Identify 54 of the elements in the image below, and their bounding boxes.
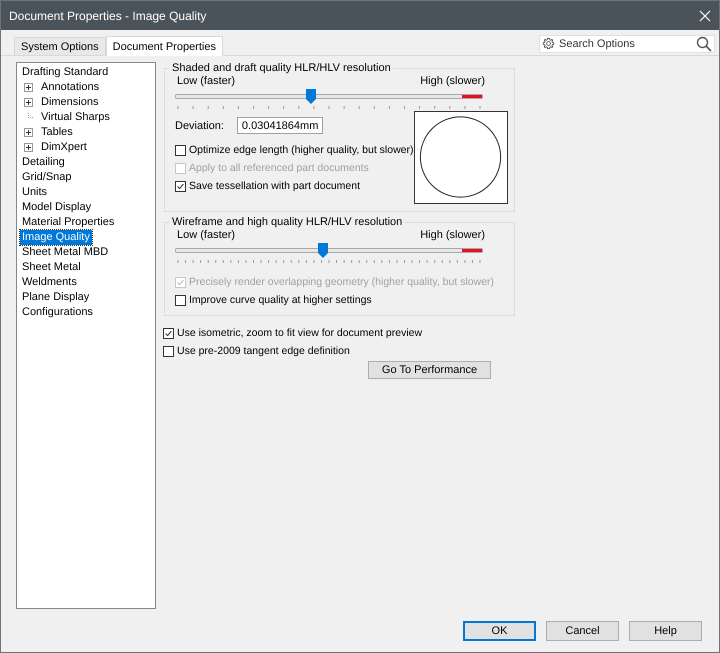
tree-item[interactable]: Dimensions: [39, 95, 100, 110]
range-marker: [462, 95, 482, 98]
tree-item[interactable]: Detailing: [20, 155, 67, 170]
tree-item[interactable]: Virtual Sharps: [39, 110, 112, 125]
group-title: Shaded and draft quality HLR/HLV resolution: [171, 62, 392, 74]
checkbox[interactable]: [163, 346, 174, 356]
checkbox[interactable]: [175, 294, 186, 306]
checkbox-option[interactable]: Improve curve quality at higher settings: [175, 291, 508, 309]
deviation-field[interactable]: 0.03041864mm: [236, 117, 323, 134]
expand-icon[interactable]: [24, 128, 33, 137]
tree-item[interactable]: Drafting Standard: [20, 65, 110, 80]
close-icon[interactable]: [699, 10, 711, 22]
checkbox-option[interactable]: Save tessellation with part document: [175, 177, 414, 195]
tree-item[interactable]: Configurations: [20, 305, 95, 320]
search-field[interactable]: Search Options: [539, 35, 715, 53]
dialog-button[interactable]: OK: [463, 621, 536, 641]
tree-item[interactable]: Material Properties: [20, 215, 116, 230]
slider-thumb[interactable]: [306, 89, 316, 104]
expand-icon[interactable]: [24, 83, 33, 92]
tree-item[interactable]: Grid/Snap: [20, 170, 74, 185]
expand-icon[interactable]: [24, 98, 33, 107]
range-marker: [462, 249, 482, 252]
tab[interactable]: Document Properties: [106, 36, 223, 56]
checkbox-option[interactable]: Optimize edge length (higher quality, but slower): [175, 141, 414, 159]
slider-label: High (slower): [420, 75, 485, 87]
performance-button[interactable]: Go To Performance: [368, 361, 491, 379]
window-title: Document Properties - Image Quality: [9, 8, 206, 22]
tree-item[interactable]: Units: [20, 185, 50, 200]
tree-item[interactable]: Weldments: [20, 275, 79, 290]
tab[interactable]: System Options: [14, 37, 106, 55]
tree-item[interactable]: Annotations: [39, 80, 102, 95]
checkbox[interactable]: [175, 180, 186, 192]
dialog-button[interactable]: Help: [629, 621, 702, 641]
tree-item[interactable]: Model Display: [20, 200, 94, 215]
slider-label: Low (faster): [177, 75, 236, 87]
field-label: Deviation:: [175, 120, 224, 132]
checkbox[interactable]: [175, 144, 186, 156]
slider-label: Low (faster): [177, 229, 236, 241]
tree-item[interactable]: Image Quality: [20, 230, 92, 245]
expand-icon[interactable]: [24, 143, 33, 152]
tree-item[interactable]: DimXpert: [39, 140, 89, 155]
group-title: Wireframe and high quality HLR/HLV resolution: [171, 216, 404, 228]
tree-item[interactable]: Tables: [39, 125, 75, 140]
checkbox-option[interactable]: Use pre-2009 tangent edge definition: [163, 342, 515, 360]
tree-item[interactable]: Sheet Metal: [20, 260, 83, 275]
slider-thumb[interactable]: [318, 243, 328, 258]
tree-item[interactable]: Sheet Metal MBD: [20, 245, 110, 260]
checkbox[interactable]: [163, 328, 174, 338]
dialog-button[interactable]: Cancel: [546, 621, 619, 641]
slider-label: High (slower): [420, 229, 485, 241]
gear-icon[interactable]: [542, 37, 555, 50]
tree-item[interactable]: Plane Display: [20, 290, 92, 305]
search-icon[interactable]: [696, 36, 712, 52]
checkbox-option[interactable]: Use isometric, zoom to fit view for document preview: [163, 324, 515, 342]
